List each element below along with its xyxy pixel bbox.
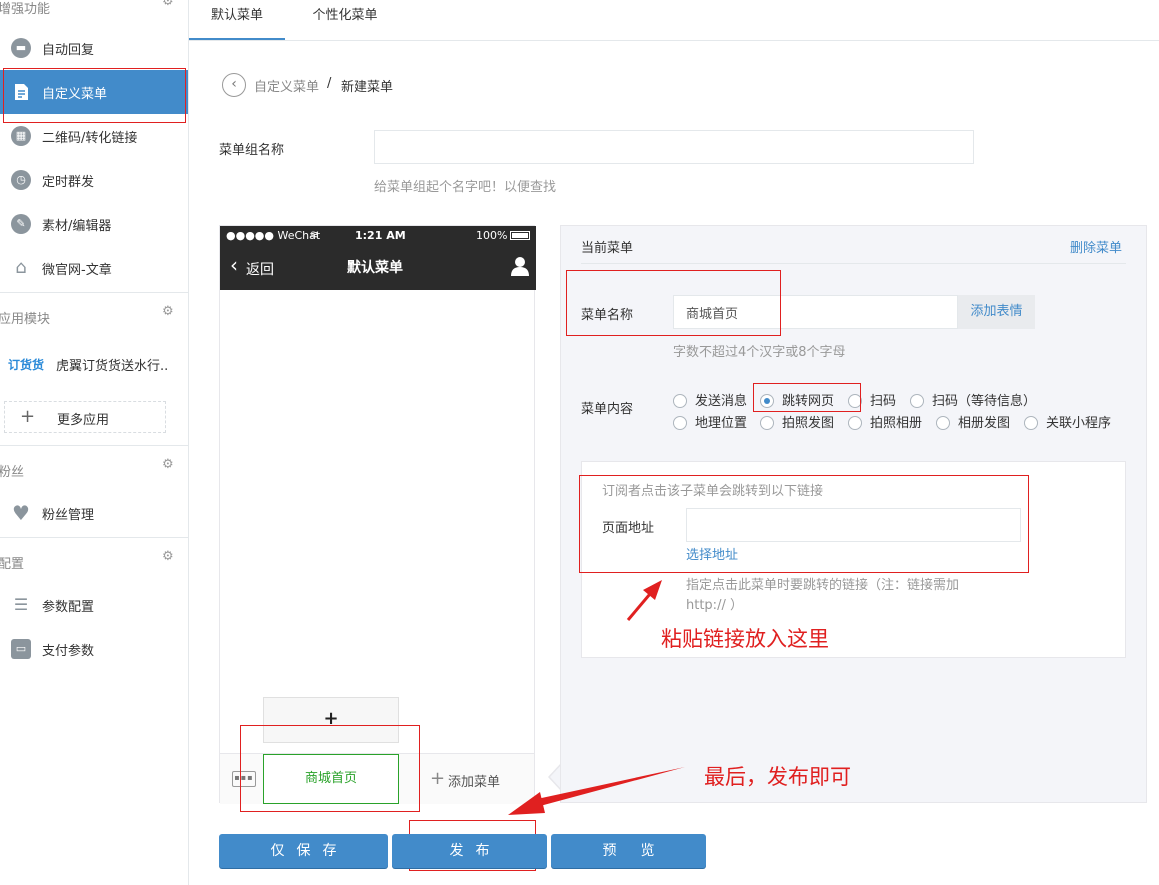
preview-button[interactable]: 预览 (551, 834, 706, 868)
annotation-arrows (508, 580, 685, 815)
annotation-paste-link: 粘贴链接放入这里 (661, 627, 829, 651)
publish-button[interactable]: 发布 (392, 834, 547, 868)
save-only-button[interactable]: 仅保存 (219, 834, 388, 868)
arrow-icon (626, 580, 662, 621)
annotation-publish-tip: 最后，发布即可 (704, 765, 851, 789)
arrow-icon (508, 767, 685, 815)
